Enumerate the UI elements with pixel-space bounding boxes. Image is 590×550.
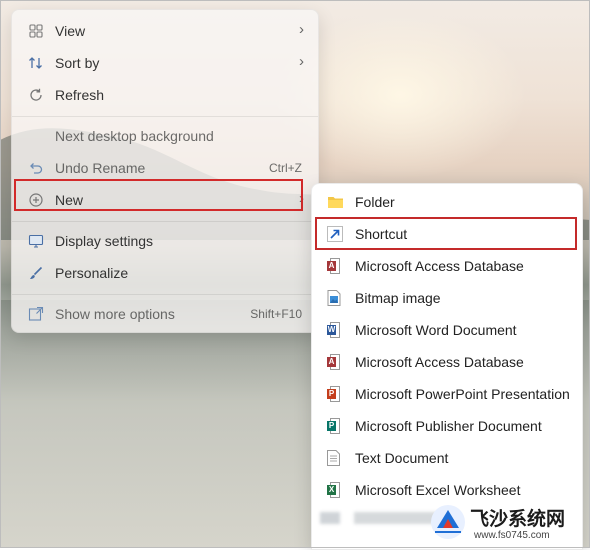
submenu-item-label: Bitmap image bbox=[355, 290, 441, 306]
menu-item-sort-by[interactable]: Sort by › bbox=[16, 48, 314, 78]
menu-item-label: Next desktop background bbox=[55, 128, 214, 144]
menu-item-personalize[interactable]: Personalize bbox=[16, 258, 314, 288]
access-icon: A bbox=[327, 354, 343, 370]
menu-item-label: Refresh bbox=[55, 87, 105, 103]
menu-item-show-more-options[interactable]: Show more options Shift+F10 bbox=[16, 299, 314, 329]
menu-item-label: Show more options bbox=[55, 306, 175, 322]
menu-separator bbox=[12, 294, 318, 295]
bitmap-icon bbox=[327, 290, 343, 306]
new-highlight-box bbox=[14, 179, 303, 211]
submenu-item-text-document[interactable]: Text Document bbox=[316, 442, 578, 474]
menu-item-label: Personalize bbox=[55, 265, 129, 281]
submenu-item-powerpoint-presentation[interactable]: P Microsoft PowerPoint Presentation bbox=[316, 378, 578, 410]
publisher-icon: P bbox=[327, 418, 343, 434]
grid-icon bbox=[28, 23, 44, 39]
watermark-logo bbox=[431, 505, 465, 539]
menu-item-refresh[interactable]: Refresh bbox=[16, 80, 314, 110]
brush-icon bbox=[28, 265, 44, 281]
submenu-item-access-database-2[interactable]: A Microsoft Access Database bbox=[316, 346, 578, 378]
menu-item-label: Sort by bbox=[55, 55, 100, 71]
shortcut-hint: Shift+F10 bbox=[250, 307, 302, 321]
submenu-item-label: Microsoft PowerPoint Presentation bbox=[355, 386, 570, 402]
watermark-url: www.fs0745.com bbox=[474, 530, 550, 541]
submenu-item-label: Folder bbox=[355, 194, 395, 210]
submenu-item-label: Text Document bbox=[355, 450, 449, 466]
menu-item-view[interactable]: View › bbox=[16, 16, 314, 46]
submenu-item-label: Microsoft Excel Worksheet bbox=[355, 482, 521, 498]
menu-item-label: Undo Rename bbox=[55, 160, 146, 176]
submenu-item-folder[interactable]: Folder bbox=[316, 186, 578, 218]
menu-item-next-background[interactable]: Next desktop background bbox=[16, 121, 314, 151]
display-icon bbox=[28, 233, 44, 249]
menu-separator bbox=[12, 116, 318, 117]
submenu-item-publisher-document[interactable]: P Microsoft Publisher Document bbox=[316, 410, 578, 442]
sort-icon bbox=[28, 55, 44, 71]
watermark-title: 飞沙系统网 bbox=[470, 508, 566, 530]
menu-item-label: View bbox=[55, 23, 86, 39]
undo-icon bbox=[28, 160, 44, 176]
more-options-icon bbox=[28, 306, 44, 322]
submenu-item-label: Microsoft Access Database bbox=[355, 258, 524, 274]
menu-item-label: Display settings bbox=[55, 233, 154, 249]
access-icon: A bbox=[327, 258, 343, 274]
text-document-icon bbox=[327, 450, 343, 466]
submenu-item-bitmap-image[interactable]: Bitmap image bbox=[316, 282, 578, 314]
watermark: 飞沙系统网 www.fs0745.com bbox=[430, 500, 588, 546]
shortcut-highlight-box bbox=[315, 217, 577, 250]
submenu-item-word-document[interactable]: W Microsoft Word Document bbox=[316, 314, 578, 346]
menu-item-display-settings[interactable]: Display settings bbox=[16, 226, 314, 256]
shortcut-hint: Ctrl+Z bbox=[269, 161, 302, 175]
submenu-item-label: Microsoft Access Database bbox=[355, 354, 524, 370]
blurred-submenu-item bbox=[320, 512, 440, 524]
submenu-item-access-database[interactable]: A Microsoft Access Database bbox=[316, 250, 578, 282]
desktop-context-menu: View › Sort by › Refresh Next desktop ba… bbox=[11, 9, 319, 333]
submenu-item-label: Microsoft Publisher Document bbox=[355, 418, 542, 434]
powerpoint-icon: P bbox=[327, 386, 343, 402]
submenu-item-label: Microsoft Word Document bbox=[355, 322, 517, 338]
menu-separator bbox=[12, 221, 318, 222]
word-icon: W bbox=[327, 322, 343, 338]
chevron-right-icon: › bbox=[299, 21, 304, 38]
excel-icon: X bbox=[327, 482, 343, 498]
chevron-right-icon: › bbox=[299, 53, 304, 70]
refresh-icon bbox=[28, 87, 44, 103]
folder-icon bbox=[327, 194, 343, 210]
